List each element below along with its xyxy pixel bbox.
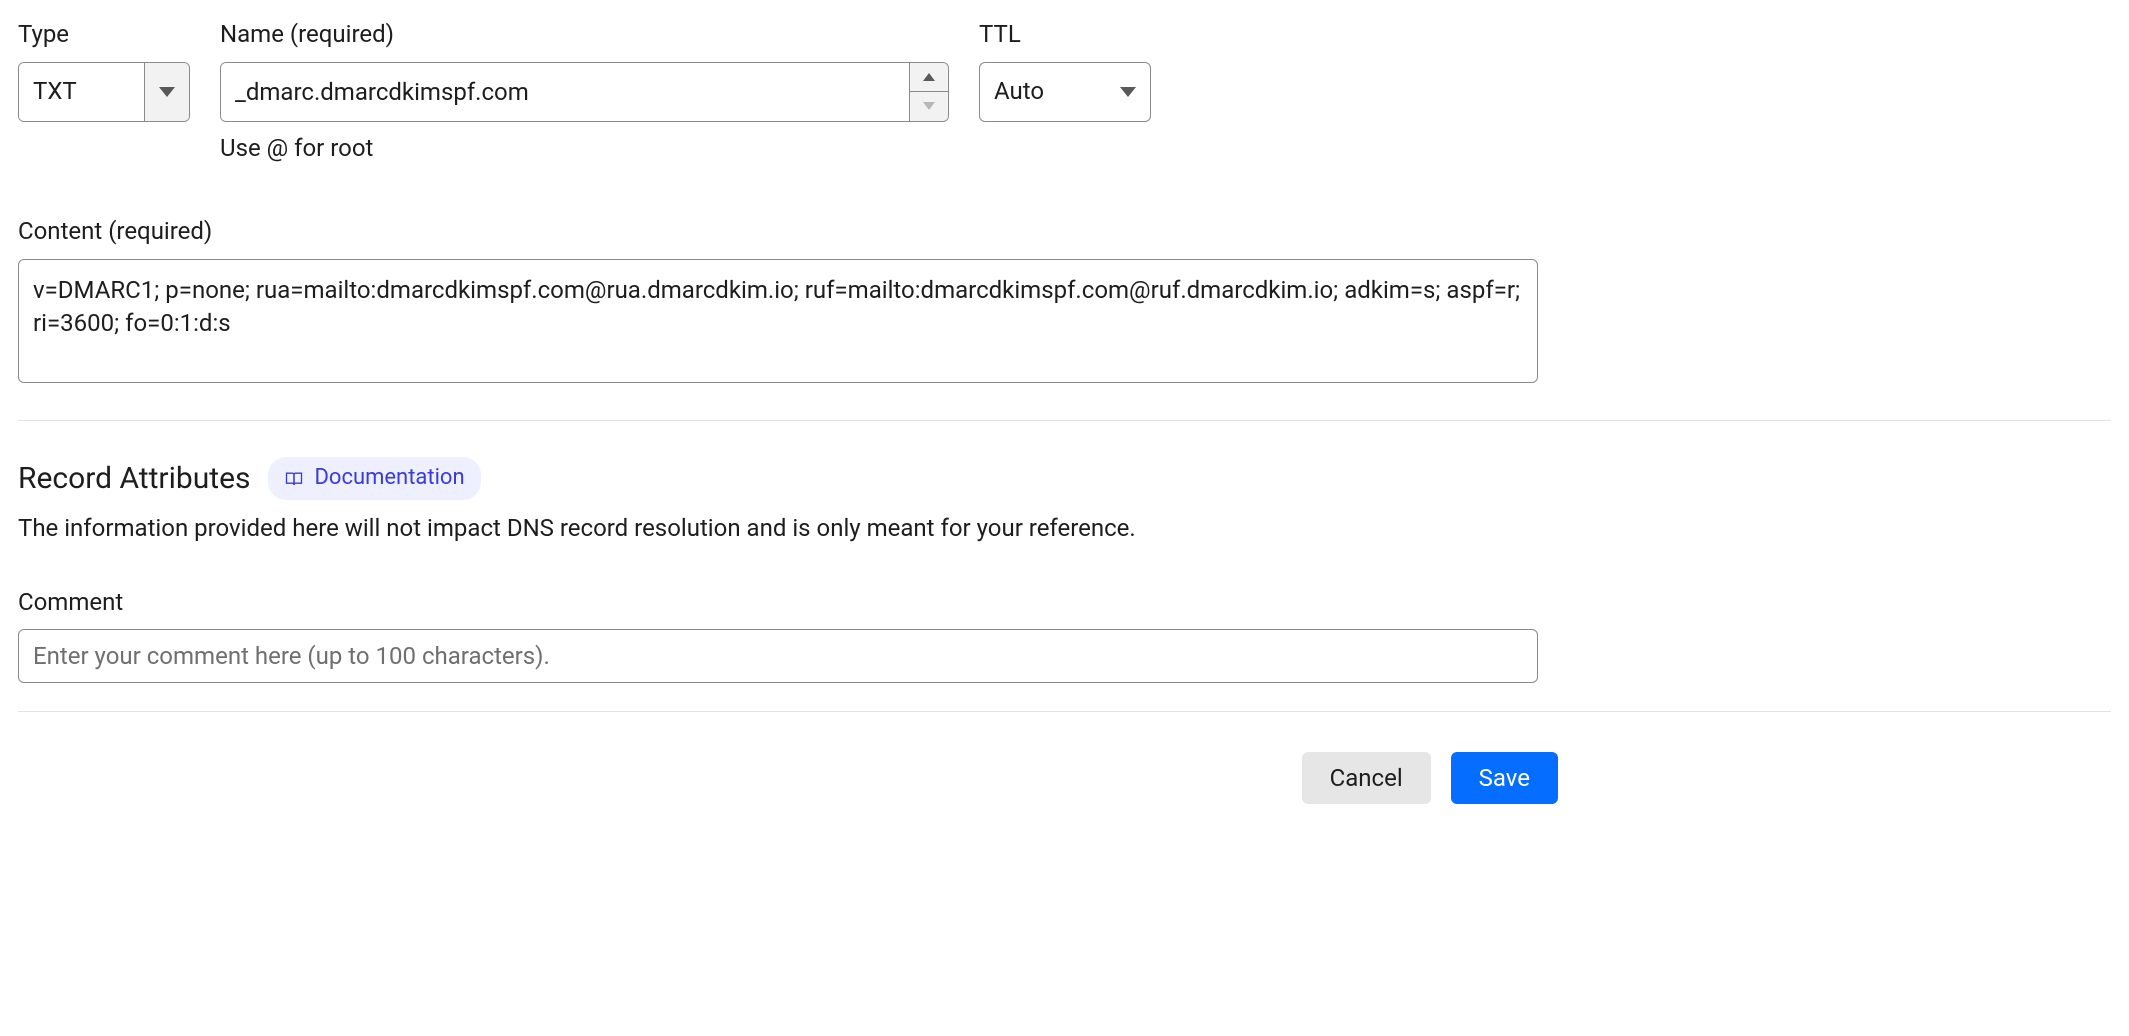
type-select[interactable]: TXT xyxy=(18,62,190,122)
name-label: Name (required) xyxy=(220,18,949,52)
section-divider xyxy=(18,420,2111,421)
type-dropdown-toggle[interactable] xyxy=(144,63,189,121)
name-input-wrapper xyxy=(220,62,949,122)
name-spin-down[interactable] xyxy=(910,91,948,121)
type-value: TXT xyxy=(19,63,144,121)
caret-down-icon xyxy=(923,102,935,110)
name-input[interactable] xyxy=(221,63,909,121)
name-spinner xyxy=(909,63,948,121)
caret-down-icon xyxy=(159,87,175,97)
ttl-select[interactable]: Auto xyxy=(979,62,1151,122)
save-button[interactable]: Save xyxy=(1451,752,1558,804)
book-icon xyxy=(284,469,304,489)
comment-label: Comment xyxy=(18,586,2111,620)
documentation-label: Documentation xyxy=(314,463,464,494)
content-textarea[interactable] xyxy=(18,259,1538,383)
ttl-value: Auto xyxy=(980,63,1106,121)
record-attributes-description: The information provided here will not i… xyxy=(18,512,2111,546)
name-hint: Use @ for root xyxy=(220,132,949,166)
name-spin-up[interactable] xyxy=(910,63,948,92)
content-label: Content (required) xyxy=(18,215,2111,249)
cancel-button[interactable]: Cancel xyxy=(1302,752,1431,804)
record-attributes-heading: Record Attributes xyxy=(18,458,250,500)
caret-up-icon xyxy=(923,73,935,81)
ttl-label: TTL xyxy=(979,18,1151,52)
caret-down-icon xyxy=(1120,87,1136,97)
ttl-dropdown-toggle[interactable] xyxy=(1106,63,1150,121)
documentation-link[interactable]: Documentation xyxy=(268,457,480,500)
comment-input[interactable] xyxy=(18,629,1538,683)
section-divider xyxy=(18,711,2111,712)
type-label: Type xyxy=(18,18,190,52)
